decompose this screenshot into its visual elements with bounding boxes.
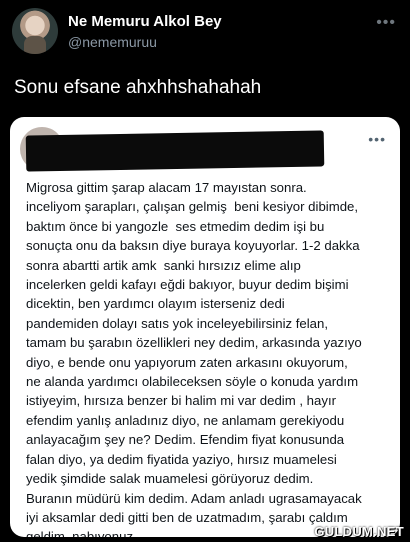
embedded-tweet-text: Migrosa gittim şarap alacam 17 mayıstan … xyxy=(26,180,362,537)
watermark: GULDUM.NET xyxy=(314,524,404,539)
embedded-screenshot[interactable]: ••• Migrosa gittim şarap alacam 17 mayıs… xyxy=(10,117,400,537)
redacted-author-bar xyxy=(25,130,325,172)
tweet: Ne Memuru Alkol Bey @nememuruu ••• Sonu … xyxy=(0,0,410,542)
embedded-more-options-icon: ••• xyxy=(368,131,386,147)
display-name[interactable]: Ne Memuru Alkol Bey xyxy=(68,13,222,31)
more-options-icon[interactable]: ••• xyxy=(376,14,396,32)
author-block: Ne Memuru Alkol Bey @nememuruu xyxy=(68,13,222,51)
avatar[interactable] xyxy=(12,8,58,54)
handle[interactable]: @nememuruu xyxy=(68,33,222,51)
tweet-text: Sonu efsane ahxhhshahahah xyxy=(14,77,262,98)
